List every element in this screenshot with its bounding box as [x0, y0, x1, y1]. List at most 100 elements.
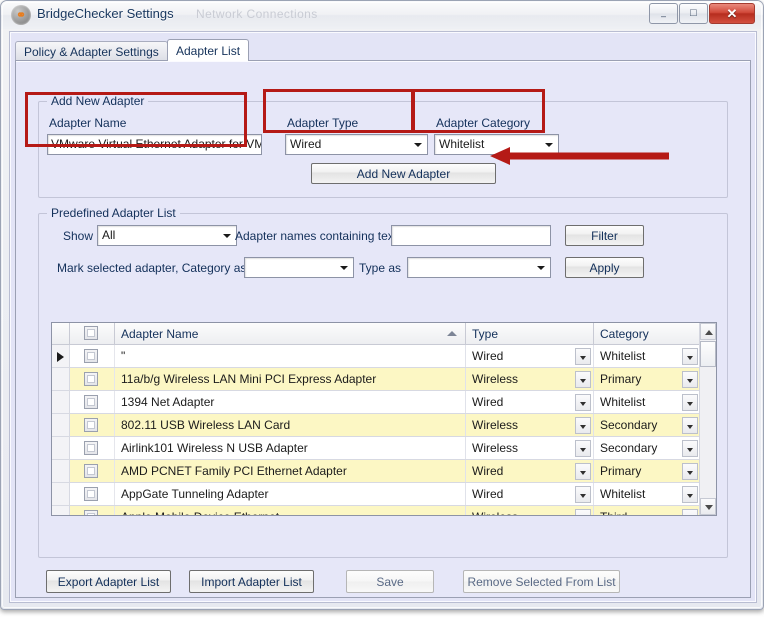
table-row[interactable]: Airlink101 Wireless N USB Adapter Wirele…	[52, 437, 716, 460]
row-select-cell[interactable]	[70, 437, 115, 459]
cell-adapter-name[interactable]: AMD PCNET Family PCI Ethernet Adapter	[115, 460, 466, 482]
category-dropdown-icon[interactable]	[682, 348, 698, 365]
cell-category[interactable]: Third	[594, 506, 700, 515]
bridgechecker-settings-window: ⚭ BridgeChecker Settings Network Connect…	[0, 0, 764, 610]
row-checkbox[interactable]	[84, 487, 98, 501]
category-dropdown-icon[interactable]	[682, 509, 698, 515]
remove-selected-from-list-button[interactable]: Remove Selected From List	[463, 570, 620, 593]
export-adapter-list-button[interactable]: Export Adapter List	[46, 570, 171, 593]
category-dropdown-icon[interactable]	[682, 440, 698, 457]
table-row[interactable]: 1394 Net Adapter Wired Whitelist	[52, 391, 716, 414]
cell-type[interactable]: Wireless	[466, 506, 594, 515]
row-select-cell[interactable]	[70, 460, 115, 482]
type-dropdown-icon[interactable]	[575, 440, 591, 457]
cell-adapter-name[interactable]: Airlink101 Wireless N USB Adapter	[115, 437, 466, 459]
cell-category[interactable]: Secondary	[594, 414, 700, 436]
row-checkbox[interactable]	[84, 349, 98, 363]
add-new-adapter-button[interactable]: Add New Adapter	[311, 163, 496, 184]
type-dropdown-icon[interactable]	[575, 348, 591, 365]
table-row[interactable]: 802.11 USB Wireless LAN Card Wireless Se…	[52, 414, 716, 437]
chevron-down-icon	[223, 233, 231, 238]
cell-category[interactable]: Whitelist	[594, 483, 700, 505]
cell-adapter-name[interactable]: AppGate Tunneling Adapter	[115, 483, 466, 505]
tab-policy-adapter-settings[interactable]: Policy & Adapter Settings	[15, 41, 168, 61]
tab-adapter-list[interactable]: Adapter List	[167, 39, 250, 61]
row-select-cell[interactable]	[70, 506, 115, 515]
category-dropdown-icon[interactable]	[682, 417, 698, 434]
row-checkbox[interactable]	[84, 395, 98, 409]
adapter-category-select[interactable]: Whitelist	[434, 134, 559, 155]
cell-type-value: Wireless	[472, 372, 519, 386]
table-row[interactable]: Apple Mobile Device Ethernet Wireless Th…	[52, 506, 716, 515]
row-select-cell[interactable]	[70, 368, 115, 390]
scroll-up-button[interactable]	[700, 323, 716, 340]
cell-category[interactable]: Primary	[594, 368, 700, 390]
category-dropdown-icon[interactable]	[682, 371, 698, 388]
table-row[interactable]: " Wired Whitelist	[52, 345, 716, 368]
row-checkbox[interactable]	[84, 464, 98, 478]
cell-type[interactable]: Wireless	[466, 437, 594, 459]
cell-type[interactable]: Wired	[466, 391, 594, 413]
minimize-button[interactable]: ‒	[649, 3, 678, 24]
select-all-checkbox[interactable]	[84, 326, 98, 340]
row-checkbox[interactable]	[84, 441, 98, 455]
scrollbar-thumb[interactable]	[700, 341, 716, 367]
show-filter-select[interactable]: All	[97, 225, 237, 246]
cell-type[interactable]: Wired	[466, 345, 594, 367]
cell-adapter-name[interactable]: 802.11 USB Wireless LAN Card	[115, 414, 466, 436]
maximize-button[interactable]: □	[679, 3, 708, 24]
filter-button[interactable]: Filter	[565, 225, 644, 246]
chevron-down-icon	[537, 265, 545, 270]
apply-button[interactable]: Apply	[565, 257, 644, 278]
row-checkbox[interactable]	[84, 418, 98, 432]
row-select-cell[interactable]	[70, 345, 115, 367]
adapter-name-input[interactable]: VMware Virtual Ethernet Adapter for VMne	[47, 134, 262, 155]
type-dropdown-icon[interactable]	[575, 417, 591, 434]
row-select-cell[interactable]	[70, 391, 115, 413]
type-dropdown-icon[interactable]	[575, 371, 591, 388]
import-adapter-list-button[interactable]: Import Adapter List	[189, 570, 314, 593]
header-adapter-name[interactable]: Adapter Name	[115, 323, 466, 344]
row-checkbox[interactable]	[84, 372, 98, 386]
close-button[interactable]: ✕	[709, 3, 755, 24]
cell-adapter-name[interactable]: Apple Mobile Device Ethernet	[115, 506, 466, 515]
adapter-type-select[interactable]: Wired	[285, 134, 428, 155]
row-select-cell[interactable]	[70, 483, 115, 505]
mark-type-select[interactable]	[407, 257, 551, 278]
category-dropdown-icon[interactable]	[682, 394, 698, 411]
table-row[interactable]: AMD PCNET Family PCI Ethernet Adapter Wi…	[52, 460, 716, 483]
adapter-data-grid[interactable]: Adapter Name Type Category " Wired White…	[51, 322, 717, 516]
cell-type[interactable]: Wireless	[466, 414, 594, 436]
cell-adapter-name[interactable]: 11a/b/g Wireless LAN Mini PCI Express Ad…	[115, 368, 466, 390]
cell-category[interactable]: Primary	[594, 460, 700, 482]
header-category[interactable]: Category	[594, 323, 700, 344]
table-row[interactable]: AppGate Tunneling Adapter Wired Whitelis…	[52, 483, 716, 506]
header-select-all-cell[interactable]	[70, 323, 115, 344]
cell-adapter-name[interactable]: "	[115, 345, 466, 367]
cell-category[interactable]: Whitelist	[594, 345, 700, 367]
type-dropdown-icon[interactable]	[575, 463, 591, 480]
adapter-name-search-input[interactable]	[391, 225, 551, 246]
row-select-cell[interactable]	[70, 414, 115, 436]
type-dropdown-icon[interactable]	[575, 486, 591, 503]
cell-category[interactable]: Whitelist	[594, 391, 700, 413]
cell-category[interactable]: Secondary	[594, 437, 700, 459]
cell-adapter-name[interactable]: 1394 Net Adapter	[115, 391, 466, 413]
table-row[interactable]: 11a/b/g Wireless LAN Mini PCI Express Ad…	[52, 368, 716, 391]
row-checkbox[interactable]	[84, 510, 98, 515]
category-dropdown-icon[interactable]	[682, 486, 698, 503]
save-button[interactable]: Save	[346, 570, 434, 593]
cell-type[interactable]: Wireless	[466, 368, 594, 390]
category-dropdown-icon[interactable]	[682, 463, 698, 480]
header-type[interactable]: Type	[466, 323, 594, 344]
cell-type[interactable]: Wired	[466, 460, 594, 482]
type-dropdown-icon[interactable]	[575, 509, 591, 515]
cell-category-value: Secondary	[600, 441, 658, 455]
type-dropdown-icon[interactable]	[575, 394, 591, 411]
link-icon: ⚭	[15, 8, 27, 22]
row-indicator-cell	[52, 345, 70, 367]
scroll-down-button[interactable]	[700, 498, 716, 515]
cell-type[interactable]: Wired	[466, 483, 594, 505]
grid-vertical-scrollbar[interactable]	[699, 323, 716, 515]
mark-category-select[interactable]	[244, 257, 354, 278]
